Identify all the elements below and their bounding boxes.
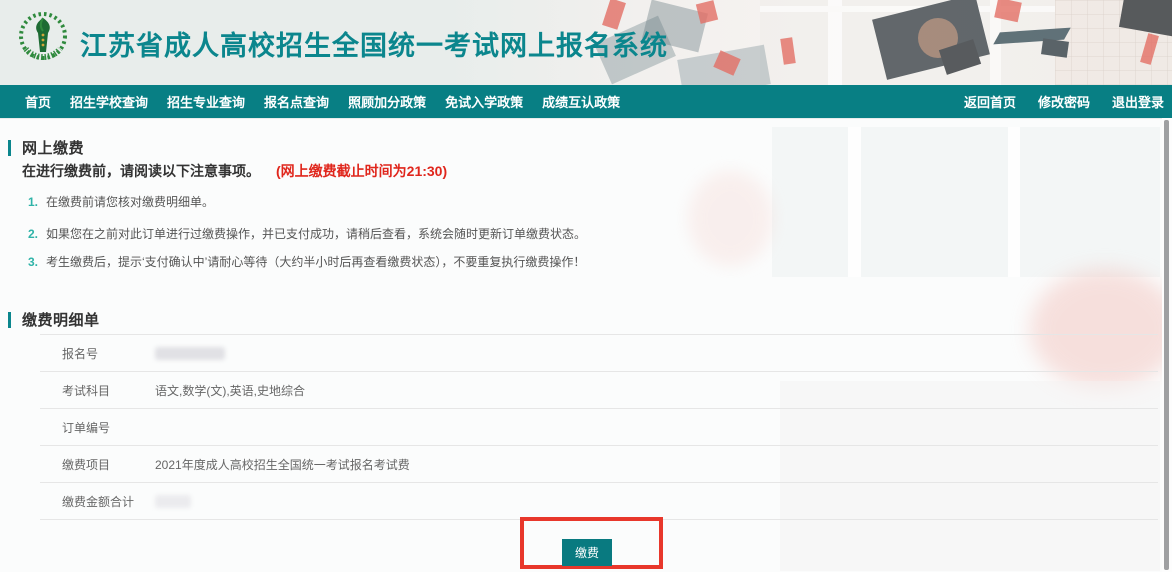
emblem-wreath-icon bbox=[16, 9, 70, 63]
table-row-order-number: 订单编号 bbox=[40, 409, 1158, 446]
section-accent-bar bbox=[8, 312, 11, 328]
nav-item-regpoint-query[interactable]: 报名点查询 bbox=[264, 92, 329, 111]
nav-item-logout[interactable]: 退出登录 bbox=[1112, 92, 1164, 111]
payment-intro-line: 在进行缴费前，请阅读以下注意事项。 (网上缴费截止时间为21:30) bbox=[22, 161, 447, 181]
section-accent-bar bbox=[8, 140, 11, 156]
payment-detail-title: 缴费明细单 bbox=[22, 309, 100, 330]
payment-deadline-note: (网上缴费截止时间为21:30) bbox=[276, 163, 447, 179]
notice-item-3: 3.考生缴费后，提示‘支付确认中’请耐心等待（大约半小时后再查看缴费状态），不要… bbox=[28, 253, 585, 270]
redacted-value bbox=[155, 495, 191, 508]
scrollbar-thumb[interactable] bbox=[1164, 120, 1169, 570]
scrollbar[interactable] bbox=[1162, 118, 1172, 572]
main-content: 网上缴费 在进行缴费前，请阅读以下注意事项。 (网上缴费截止时间为21:30) 1… bbox=[0, 118, 1172, 572]
payment-detail-section-header: 缴费明细单 bbox=[8, 309, 100, 330]
nav-item-exemption-policy[interactable]: 免试入学政策 bbox=[445, 92, 523, 111]
table-row-registration-number: 报名号 bbox=[40, 335, 1158, 372]
table-row-payment-total: 缴费金额合计 bbox=[40, 483, 1158, 520]
nav-item-home[interactable]: 首页 bbox=[25, 92, 51, 111]
row-value: 语文,数学(文),英语,史地综合 bbox=[155, 382, 305, 399]
payment-detail-table: 报名号 考试科目 语文,数学(文),英语,史地综合 订单编号 缴费项目 2021… bbox=[40, 334, 1158, 520]
redacted-value bbox=[155, 347, 225, 360]
row-label: 缴费项目 bbox=[62, 456, 155, 473]
main-nav: 首页 招生学校查询 招生专业查询 报名点查询 照顾加分政策 免试入学政策 成绩互… bbox=[0, 85, 1172, 118]
row-label: 报名号 bbox=[62, 345, 155, 362]
page-title: 江苏省成人高校招生全国统一考试网上报名系统 bbox=[80, 24, 668, 63]
table-row-exam-subjects: 考试科目 语文,数学(文),英语,史地综合 bbox=[40, 372, 1158, 409]
row-value: 2021年度成人高校招生全国统一考试报名考试费 bbox=[155, 456, 410, 473]
row-label: 缴费金额合计 bbox=[62, 493, 155, 510]
online-payment-section-header: 网上缴费 bbox=[8, 137, 84, 158]
row-label: 订单编号 bbox=[62, 419, 155, 436]
notice-item-1: 1.在缴费前请您核对缴费明细单。 bbox=[28, 193, 214, 210]
row-label: 考试科目 bbox=[62, 382, 155, 399]
nav-item-major-query[interactable]: 招生专业查询 bbox=[167, 92, 245, 111]
nav-item-bonus-policy[interactable]: 照顾加分政策 bbox=[348, 92, 426, 111]
nav-item-score-policy[interactable]: 成绩互认政策 bbox=[542, 92, 620, 111]
nav-item-school-query[interactable]: 招生学校查询 bbox=[70, 92, 148, 111]
page-header: 江苏省成人高校招生全国统一考试网上报名系统 bbox=[0, 0, 1172, 85]
online-payment-title: 网上缴费 bbox=[22, 137, 84, 158]
nav-item-back-home[interactable]: 返回首页 bbox=[964, 92, 1016, 111]
nav-menu: 首页 招生学校查询 招生专业查询 报名点查询 照顾加分政策 免试入学政策 成绩互… bbox=[25, 92, 620, 111]
nav-item-change-password[interactable]: 修改密码 bbox=[1038, 92, 1090, 111]
pay-button[interactable]: 缴费 bbox=[562, 539, 612, 566]
table-row-payment-item: 缴费项目 2021年度成人高校招生全国统一考试报名考试费 bbox=[40, 446, 1158, 483]
nav-user-menu: 返回首页 修改密码 退出登录 bbox=[964, 92, 1164, 111]
notice-item-2: 2.如果您在之前对此订单进行过缴费操作，并已支付成功，请稍后查看，系统会随时更新… bbox=[28, 225, 586, 242]
payment-intro-text: 在进行缴费前，请阅读以下注意事项。 bbox=[22, 163, 260, 179]
